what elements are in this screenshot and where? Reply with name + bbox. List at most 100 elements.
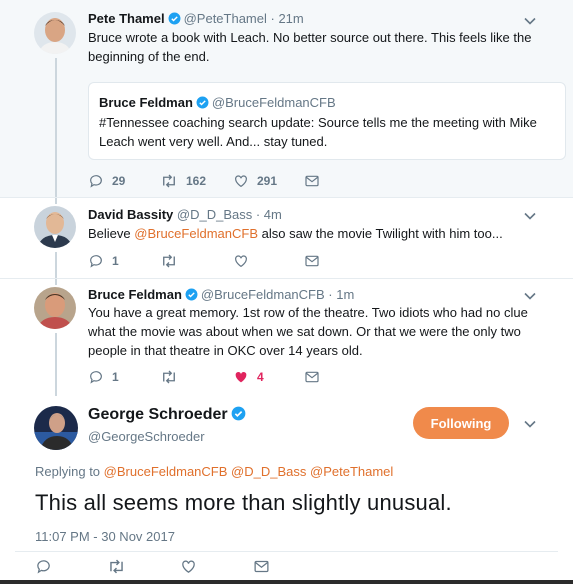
tweet-text: Believe @BruceFeldmanCFB also saw the mo… [88, 224, 558, 243]
tweet-time[interactable]: · 1m [328, 287, 354, 302]
tweet-bruce-feldman[interactable]: Bruce Feldman @BruceFeldmanCFB · 1m You h… [0, 279, 573, 396]
replying-to-mention[interactable]: @D_D_Bass [231, 464, 306, 479]
author-handle[interactable]: @BruceFeldmanCFB [201, 287, 325, 302]
retweet-icon [163, 174, 175, 188]
retweet-icon [163, 370, 175, 384]
verified-icon [196, 96, 209, 109]
like-button[interactable]: 291 [233, 173, 277, 189]
replying-to: Replying to @BruceFeldmanCFB @D_D_Bass @… [35, 464, 393, 479]
reply-count: 1 [112, 370, 119, 384]
dm-icon [254, 560, 269, 573]
dm-icon [305, 175, 319, 187]
retweet-button[interactable] [160, 369, 178, 385]
verified-icon [185, 288, 198, 301]
replying-to-label: Replying to [35, 464, 101, 479]
main-tweet-header: George Schroeder [88, 406, 249, 424]
retweet-button[interactable] [107, 558, 126, 575]
like-icon [235, 255, 247, 268]
like-button[interactable]: 4 [233, 369, 264, 385]
replying-to-mention[interactable]: @BruceFeldmanCFB [104, 464, 228, 479]
quoted-tweet[interactable]: Bruce Feldman @BruceFeldmanCFB #Tennessee… [88, 82, 566, 160]
tweet-david-bassity[interactable]: David Bassity @D_D_Bass · 4m Believe @Br… [0, 198, 573, 278]
avatar[interactable] [34, 12, 76, 54]
main-tweet-handle-row: @GeorgeSchroeder [88, 429, 205, 444]
like-icon [235, 175, 247, 188]
replying-to-mention[interactable]: @PeteThamel [310, 464, 393, 479]
like-count: 291 [257, 174, 278, 188]
reply-button[interactable]: 29 [88, 173, 125, 189]
tweet-text-line: people in that theatre in OKC over 14 ye… [88, 343, 363, 358]
retweet-button[interactable]: 162 [160, 173, 206, 189]
retweet-button[interactable] [160, 253, 178, 269]
tweet-text-line: Bruce wrote a book with Leach. No better… [88, 30, 532, 45]
dm-button[interactable] [304, 173, 320, 189]
retweet-icon [110, 559, 123, 574]
tweet-header: David Bassity @D_D_Bass · 4m [88, 207, 282, 222]
author-handle[interactable]: @PeteThamel [184, 11, 267, 26]
quote-text-line: #Tennessee coaching search update: Sourc… [99, 115, 537, 130]
verified-icon [168, 12, 181, 25]
tweet-actions: 29 162 291 [88, 173, 388, 191]
thread-line [55, 252, 57, 278]
avatar[interactable] [34, 287, 76, 329]
tweet-text-line: beginning of the end. [88, 49, 210, 64]
divider [15, 551, 558, 552]
quote-text: #Tennessee coaching search update: Sourc… [99, 113, 559, 151]
tweet-text-part: Believe [88, 226, 135, 241]
thread-line [55, 333, 57, 396]
quote-author-name: Bruce Feldman [99, 95, 193, 110]
caret-down-icon[interactable] [523, 14, 537, 28]
main-tweet-text: This all seems more than slightly unusua… [35, 490, 452, 515]
dm-icon [305, 371, 319, 383]
quote-header: Bruce Feldman @BruceFeldmanCFB [99, 95, 336, 110]
tweet-actions: 1 [88, 253, 388, 271]
main-tweet-actions [35, 558, 335, 576]
following-button[interactable]: Following [413, 407, 509, 439]
author-name[interactable]: David Bassity [88, 207, 173, 222]
dm-button[interactable] [304, 369, 320, 385]
thread-line [55, 198, 57, 204]
quote-author-handle: @BruceFeldmanCFB [211, 95, 336, 110]
caret-down-icon[interactable] [523, 209, 537, 223]
tweet-text-part: also saw the movie Twilight with him too… [258, 226, 503, 241]
quote-text-line: Leach went very well. And... stay tuned. [99, 134, 328, 149]
thread-line [55, 58, 57, 197]
author-name[interactable]: Bruce Feldman [88, 287, 182, 302]
like-count: 4 [257, 370, 264, 384]
tweet-text-line: what the movie was about when we sat dow… [88, 324, 521, 339]
avatar[interactable] [34, 206, 76, 248]
avatar[interactable] [34, 406, 78, 450]
author-name[interactable]: Pete Thamel [88, 11, 165, 26]
dm-button[interactable] [304, 253, 320, 269]
tweet-header: Bruce Feldman @BruceFeldmanCFB · 1m [88, 287, 354, 302]
thread-line [55, 279, 57, 285]
bottom-edge [0, 580, 573, 584]
tweet-timestamp[interactable]: 11:07 PM - 30 Nov 2017 [35, 529, 175, 544]
retweet-count: 162 [186, 174, 207, 188]
tweet-pete-thamel[interactable]: Pete Thamel @PeteThamel · 21m Bruce wrote… [0, 0, 573, 197]
author-handle[interactable]: @GeorgeSchroeder [88, 429, 205, 444]
verified-icon [231, 406, 245, 421]
tweet-text: You have a great memory. 1st row of the … [88, 303, 558, 360]
tweet-time[interactable]: · 4m [256, 207, 282, 222]
dm-button[interactable] [253, 558, 270, 575]
reply-button[interactable]: 1 [88, 369, 119, 385]
mention-link[interactable]: @BruceFeldmanCFB [134, 226, 258, 241]
tweet-time[interactable]: · 21m [271, 11, 304, 26]
tweet-header: Pete Thamel @PeteThamel · 21m [88, 11, 304, 26]
author-handle[interactable]: @D_D_Bass [177, 207, 252, 222]
author-name[interactable]: George Schroeder [88, 406, 228, 423]
like-button[interactable] [180, 558, 197, 575]
reply-count: 1 [112, 254, 119, 268]
retweet-icon [163, 254, 175, 268]
caret-down-icon[interactable] [523, 417, 537, 431]
reply-icon [90, 175, 102, 188]
reply-button[interactable] [35, 558, 52, 575]
tweet-actions: 1 4 [88, 369, 388, 387]
reply-icon [90, 371, 102, 384]
tweet-text-line: You have a great memory. 1st row of the … [88, 305, 528, 320]
caret-down-icon[interactable] [523, 289, 537, 303]
reply-button[interactable]: 1 [88, 253, 119, 269]
like-icon [182, 560, 195, 573]
like-button[interactable] [233, 253, 249, 269]
